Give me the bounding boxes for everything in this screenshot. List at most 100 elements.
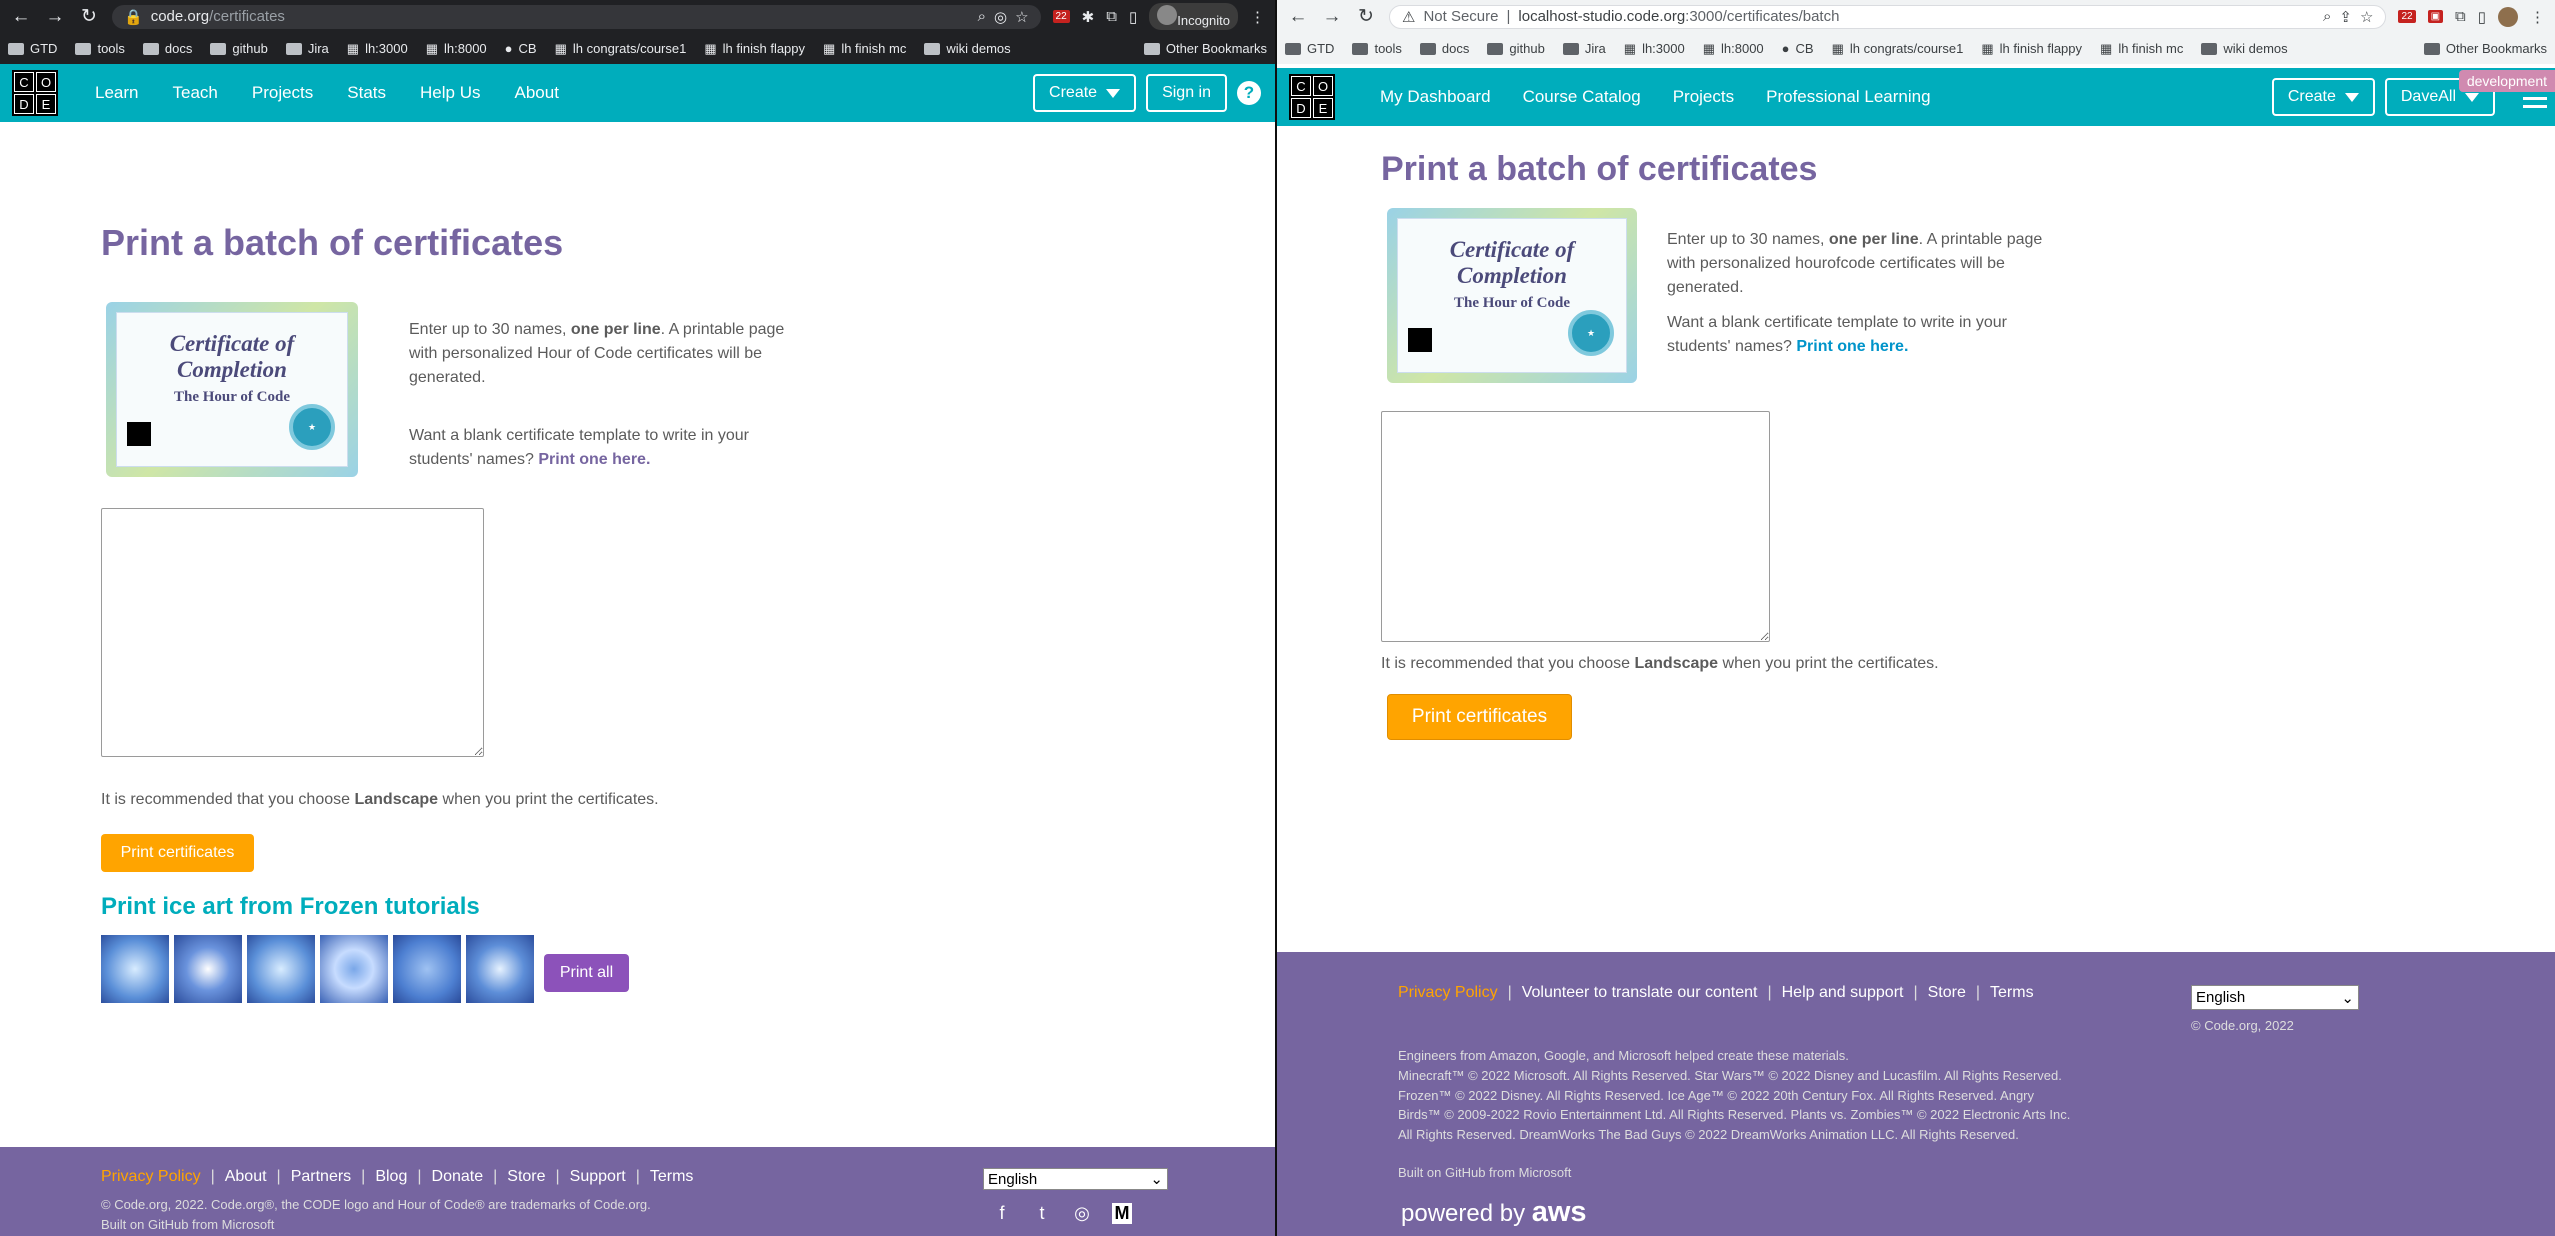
nav-projects[interactable]: Projects xyxy=(1673,87,1734,107)
bookmark-item[interactable]: ▦ lh congrats/course1 xyxy=(1832,41,1964,57)
bookmark-item[interactable]: ▦ lh:3000 xyxy=(1624,41,1685,57)
names-textarea[interactable] xyxy=(1381,411,1770,642)
footer-store-link[interactable]: Store xyxy=(1928,984,1966,1002)
bookmark-item[interactable]: ● CB xyxy=(505,41,537,56)
bookmark-item[interactable]: ▦ lh finish mc xyxy=(823,41,906,57)
twitter-icon[interactable]: t xyxy=(1032,1203,1052,1224)
footer-donate-link[interactable]: Donate xyxy=(432,1168,484,1186)
bookmark-item[interactable]: Jira xyxy=(1562,41,1606,56)
menu-kebab-icon[interactable]: ⋮ xyxy=(2530,8,2545,26)
bookmark-item[interactable]: ▦ lh:3000 xyxy=(347,41,408,57)
url-field[interactable]: 🔒 code.org/certificates ⌕ ◎ ☆ xyxy=(112,4,1041,29)
footer-about-link[interactable]: About xyxy=(225,1168,267,1186)
bookmark-item[interactable]: wiki demos xyxy=(924,41,1011,56)
language-select[interactable]: English ⌄ xyxy=(2191,985,2359,1010)
nav-projects[interactable]: Projects xyxy=(252,83,313,103)
ice-art-thumbnail[interactable] xyxy=(174,935,242,1003)
bookmark-item[interactable]: tools xyxy=(1352,41,1402,56)
extension-icon[interactable]: ▣ xyxy=(2427,10,2444,23)
facebook-icon[interactable]: f xyxy=(992,1203,1012,1224)
nav-help-us[interactable]: Help Us xyxy=(420,83,480,103)
names-textarea[interactable] xyxy=(101,508,484,757)
bookmark-item[interactable]: docs xyxy=(142,41,192,56)
print-certificates-button[interactable]: Print certificates xyxy=(101,834,254,872)
powered-by-aws-logo[interactable]: powered by aws xyxy=(1401,1196,1587,1229)
reload-icon[interactable]: ↻ xyxy=(78,5,100,28)
print-certificates-button[interactable]: Print certificates xyxy=(1387,694,1572,740)
zoom-icon[interactable]: ⌕ xyxy=(978,8,986,25)
print-blank-link[interactable]: Print one here. xyxy=(1796,338,1908,355)
back-icon[interactable]: ← xyxy=(1287,6,1309,28)
star-icon[interactable]: ☆ xyxy=(2360,8,2373,26)
nav-learn[interactable]: Learn xyxy=(95,83,138,103)
bookmark-item[interactable]: wiki demos xyxy=(2201,41,2288,56)
ice-art-thumbnail[interactable] xyxy=(247,935,315,1003)
other-bookmarks[interactable]: Other Bookmarks xyxy=(2423,41,2547,56)
bookmark-item[interactable]: ▦ lh:8000 xyxy=(426,41,487,57)
ice-art-thumbnail[interactable] xyxy=(466,935,534,1003)
bookmark-item[interactable]: ● CB xyxy=(1782,41,1814,56)
ice-art-thumbnail[interactable] xyxy=(320,935,388,1003)
footer-blog-link[interactable]: Blog xyxy=(375,1168,407,1186)
footer-partners-link[interactable]: Partners xyxy=(291,1168,351,1186)
nav-about[interactable]: About xyxy=(515,83,559,103)
footer-help-link[interactable]: Help and support xyxy=(1782,984,1904,1002)
bookmark-item[interactable]: ▦ lh finish mc xyxy=(2100,41,2183,57)
bookmark-item[interactable]: ▦ lh:8000 xyxy=(1703,41,1764,57)
profile-avatar-icon[interactable] xyxy=(2498,6,2518,27)
back-icon[interactable]: ← xyxy=(10,6,32,28)
nav-professional-learning[interactable]: Professional Learning xyxy=(1766,87,1930,107)
bookmark-item[interactable]: github xyxy=(1487,41,1545,56)
footer-support-link[interactable]: Support xyxy=(570,1168,626,1186)
bookmark-item[interactable]: GTD xyxy=(8,41,57,56)
nav-teach[interactable]: Teach xyxy=(172,83,217,103)
bookmark-item[interactable]: Jira xyxy=(285,41,329,56)
print-all-button[interactable]: Print all xyxy=(544,954,629,992)
bookmark-item[interactable]: ▦ lh finish flappy xyxy=(704,41,805,57)
code-logo[interactable]: CODE xyxy=(1289,74,1335,120)
nav-my-dashboard[interactable]: My Dashboard xyxy=(1380,87,1491,107)
medium-icon[interactable]: M xyxy=(1112,1203,1132,1224)
other-bookmarks[interactable]: Other Bookmarks xyxy=(1143,41,1267,56)
react-icon[interactable]: ✱ xyxy=(1082,8,1095,26)
footer-privacy-link[interactable]: Privacy Policy xyxy=(101,1168,201,1186)
code-logo[interactable]: CODE xyxy=(12,70,58,116)
sidepanel-icon[interactable]: ▯ xyxy=(2478,8,2486,26)
language-select[interactable]: English ⌄ xyxy=(983,1168,1168,1190)
help-icon[interactable]: ? xyxy=(1237,81,1261,105)
ice-art-thumbnail[interactable] xyxy=(393,935,461,1003)
forward-icon[interactable]: → xyxy=(1321,6,1343,28)
bookmark-item[interactable]: ▦ lh finish flappy xyxy=(1981,41,2082,57)
extension-badge-icon[interactable]: 22 xyxy=(2398,10,2416,23)
bookmark-item[interactable]: github xyxy=(210,41,268,56)
create-dropdown[interactable]: Create xyxy=(1033,74,1137,112)
footer-terms-link[interactable]: Terms xyxy=(650,1168,694,1186)
instagram-icon[interactable]: ◎ xyxy=(1072,1203,1092,1224)
extension-badge-icon[interactable]: 22 xyxy=(1052,10,1070,23)
reload-icon[interactable]: ↻ xyxy=(1355,5,1377,28)
zoom-icon[interactable]: ⌕ xyxy=(2323,8,2331,25)
footer-store-link[interactable]: Store xyxy=(507,1168,545,1186)
nav-stats[interactable]: Stats xyxy=(347,83,386,103)
ice-art-thumbnail[interactable] xyxy=(101,935,169,1003)
star-icon[interactable]: ☆ xyxy=(1015,8,1028,26)
share-icon[interactable]: ⇪ xyxy=(2339,8,2352,26)
url-field[interactable]: ⚠ Not Secure | localhost-studio.code.org… xyxy=(1389,4,2387,29)
menu-kebab-icon[interactable]: ⋮ xyxy=(1250,8,1265,26)
bookmark-item[interactable]: tools xyxy=(75,41,125,56)
forward-icon[interactable]: → xyxy=(44,6,66,28)
bookmark-item[interactable]: docs xyxy=(1419,41,1469,56)
puzzle-icon[interactable]: ⧉ xyxy=(2455,8,2466,25)
footer-privacy-link[interactable]: Privacy Policy xyxy=(1398,984,1498,1002)
create-dropdown[interactable]: Create xyxy=(2271,78,2375,116)
incognito-indicator[interactable]: Incognito xyxy=(1149,3,1238,30)
nav-course-catalog[interactable]: Course Catalog xyxy=(1523,87,1641,107)
footer-terms-link[interactable]: Terms xyxy=(1990,984,2034,1002)
footer-volunteer-link[interactable]: Volunteer to translate our content xyxy=(1522,984,1758,1002)
eye-off-icon[interactable]: ◎ xyxy=(994,8,1007,26)
print-blank-link[interactable]: Print one here. xyxy=(538,451,650,468)
sidepanel-icon[interactable]: ▯ xyxy=(1129,8,1137,26)
bookmark-item[interactable]: ▦ lh congrats/course1 xyxy=(555,41,687,57)
sign-in-button[interactable]: Sign in xyxy=(1146,74,1227,112)
puzzle-icon[interactable]: ⧉ xyxy=(1106,8,1117,25)
